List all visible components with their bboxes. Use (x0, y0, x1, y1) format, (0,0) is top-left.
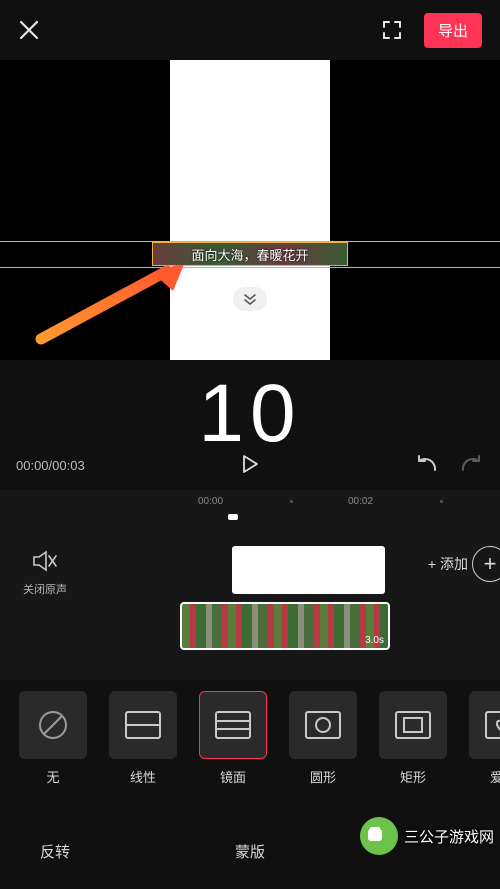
countdown-number: 10 (0, 373, 500, 455)
redo-icon (460, 455, 484, 473)
mirror-mask-icon (214, 710, 252, 740)
fullscreen-button[interactable] (382, 20, 402, 40)
canvas-frame (170, 60, 330, 360)
circle-mask-icon (304, 710, 342, 740)
caption-overlay[interactable]: 面向大海，春暖花开 (152, 242, 348, 266)
mask-label: 爱心 (462, 767, 500, 786)
play-bar: 00:00/00:03 (0, 455, 500, 476)
ruler-tick: 00:00 (198, 496, 223, 507)
mute-original-button[interactable]: 关闭原声 (0, 550, 90, 597)
mask-label: 线性 (102, 767, 184, 786)
export-button[interactable]: 导出 (424, 13, 482, 48)
redo-button[interactable] (460, 455, 484, 476)
plus-icon: + (472, 546, 500, 582)
top-bar: 导出 (0, 0, 500, 60)
mask-options-row: 无 线性 镜面 圆形 (0, 682, 500, 794)
guide-line-bottom (0, 267, 500, 268)
preview-area[interactable]: 面向大海，春暖花开 (0, 60, 500, 360)
tab-invert[interactable]: 反转 (40, 841, 70, 862)
play-icon (241, 454, 259, 474)
undo-button[interactable] (414, 455, 438, 476)
time-display: 00:00/00:03 (16, 458, 85, 473)
linear-mask-icon (124, 710, 162, 740)
undo-icon (414, 455, 438, 473)
mask-label: 无 (12, 767, 94, 786)
mask-label: 圆形 (282, 767, 364, 786)
mask-option-heart[interactable]: 爱心 (462, 691, 500, 786)
collapse-button[interactable] (233, 287, 267, 311)
ruler-dot (290, 500, 293, 503)
rect-mask-icon (394, 710, 432, 740)
ruler-dot (440, 500, 443, 503)
watermark-text: 三公子游戏网 (404, 826, 494, 847)
watermark-logo-icon (360, 817, 398, 855)
speaker-mute-icon (32, 550, 58, 572)
clip-duration: 3.0s (365, 635, 384, 646)
mask-label: 镜面 (192, 767, 274, 786)
ruler-tick: 00:02 (348, 496, 373, 507)
mask-option-mirror[interactable]: 镜面 (192, 691, 274, 786)
mask-option-linear[interactable]: 线性 (102, 691, 184, 786)
clip-text-track[interactable] (232, 546, 385, 594)
heart-mask-icon (484, 710, 500, 740)
mute-label: 关闭原声 (0, 581, 90, 597)
mask-option-none[interactable]: 无 (12, 691, 94, 786)
close-button[interactable] (18, 19, 40, 41)
add-label: + 添加 (428, 554, 468, 574)
clip-video-track[interactable]: 3.0s (180, 602, 390, 650)
timeline-ruler: 00:00 00:02 (0, 490, 500, 516)
play-button[interactable] (241, 454, 259, 477)
chevrons-down-icon (242, 293, 258, 305)
watermark: 三公子游戏网 (360, 817, 494, 855)
timeline[interactable]: 00:00 00:02 关闭原声 + 添加 + 3.0s (0, 490, 500, 680)
mask-option-rect[interactable]: 矩形 (372, 691, 454, 786)
mask-option-circle[interactable]: 圆形 (282, 691, 364, 786)
add-clip-button[interactable]: + 添加 + (428, 546, 500, 582)
expand-icon (382, 20, 402, 40)
close-icon (18, 19, 40, 41)
none-icon (36, 708, 70, 742)
mask-label: 矩形 (372, 767, 454, 786)
tab-mask[interactable]: 蒙版 (235, 841, 265, 862)
